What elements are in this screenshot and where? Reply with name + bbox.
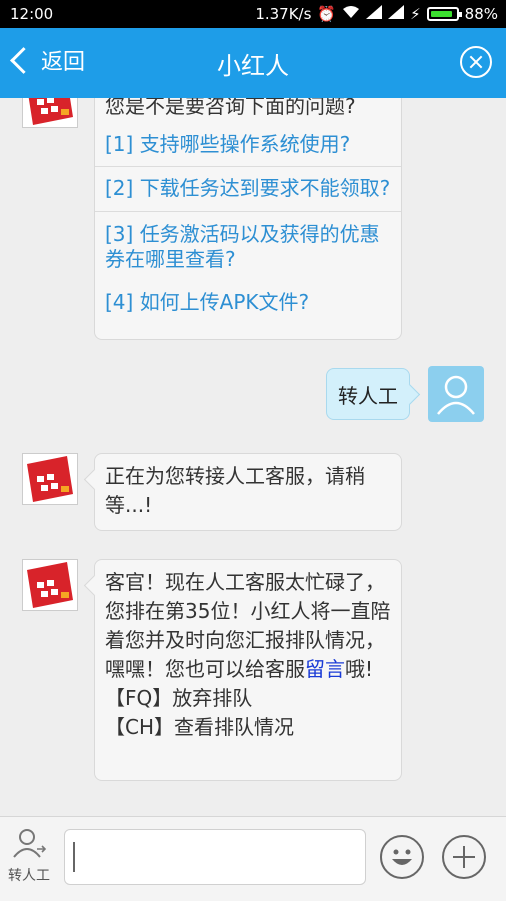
status-bar: 12:00 1.37K/s ⏰ ⚡ 88%	[0, 0, 506, 28]
bot-avatar	[22, 453, 78, 505]
faq-prompt: 您是不是要咨询下面的问题?	[105, 98, 356, 118]
smiley-icon	[392, 849, 412, 865]
signal-icon	[366, 5, 383, 23]
close-icon[interactable]	[460, 46, 492, 78]
transfer-human-label: 转人工	[8, 868, 50, 884]
faq-item-1[interactable]: [1] 支持哪些操作系统使用?	[105, 132, 391, 157]
faq-item-4[interactable]: [4] 如何上传APK文件?	[105, 290, 391, 315]
option-ch: 【CH】查看排队情况	[105, 715, 295, 739]
option-fq: 【FQ】放弃排队	[105, 686, 253, 710]
bot-avatar	[22, 98, 78, 128]
transfer-human-button[interactable]: 转人工	[6, 827, 52, 885]
bot-message-transfer: 正在为您转接人工客服，请稍等...!	[94, 453, 402, 531]
plus-icon[interactable]	[442, 835, 486, 879]
battery-percent: 88%	[464, 5, 498, 23]
network-speed: 1.37K/s	[255, 5, 312, 23]
faq-item-3[interactable]: [3] 任务激活码以及获得的优惠券在哪里查看?	[105, 222, 391, 272]
battery-icon	[426, 7, 462, 21]
wifi-icon	[342, 5, 360, 23]
message-input[interactable]	[64, 829, 366, 885]
user-message-bubble: 转人工	[326, 368, 410, 420]
signal-icon-2	[388, 5, 405, 23]
alarm-icon: ⏰	[317, 5, 337, 23]
leave-message-link[interactable]: 留言	[305, 657, 345, 681]
status-time: 12:00	[10, 5, 54, 23]
divider	[95, 166, 401, 167]
faq-item-2[interactable]: [2] 下载任务达到要求不能领取?	[105, 176, 391, 201]
divider	[95, 211, 401, 212]
person-icon	[13, 829, 47, 858]
text-caret	[73, 842, 75, 872]
bot-message-queue: 客官！现在人工客服太忙碌了，您排在第35位！小红人将一直陪着您并及时向您汇报排队…	[94, 559, 402, 781]
input-bar: 转人工	[0, 816, 506, 901]
faq-bubble: 您是不是要咨询下面的问题? [1] 支持哪些操作系统使用? [2] 下载任务达到…	[94, 98, 402, 340]
chat-area[interactable]: 您是不是要咨询下面的问题? [1] 支持哪些操作系统使用? [2] 下载任务达到…	[0, 98, 506, 816]
page-title: 小红人	[217, 52, 289, 80]
title-bar: 返回 小红人	[0, 28, 506, 98]
bot-avatar	[22, 559, 78, 611]
charging-icon: ⚡	[410, 5, 421, 23]
queue-text-end: 哦!	[345, 657, 374, 681]
user-avatar	[428, 366, 484, 422]
emoji-button[interactable]	[380, 835, 424, 879]
